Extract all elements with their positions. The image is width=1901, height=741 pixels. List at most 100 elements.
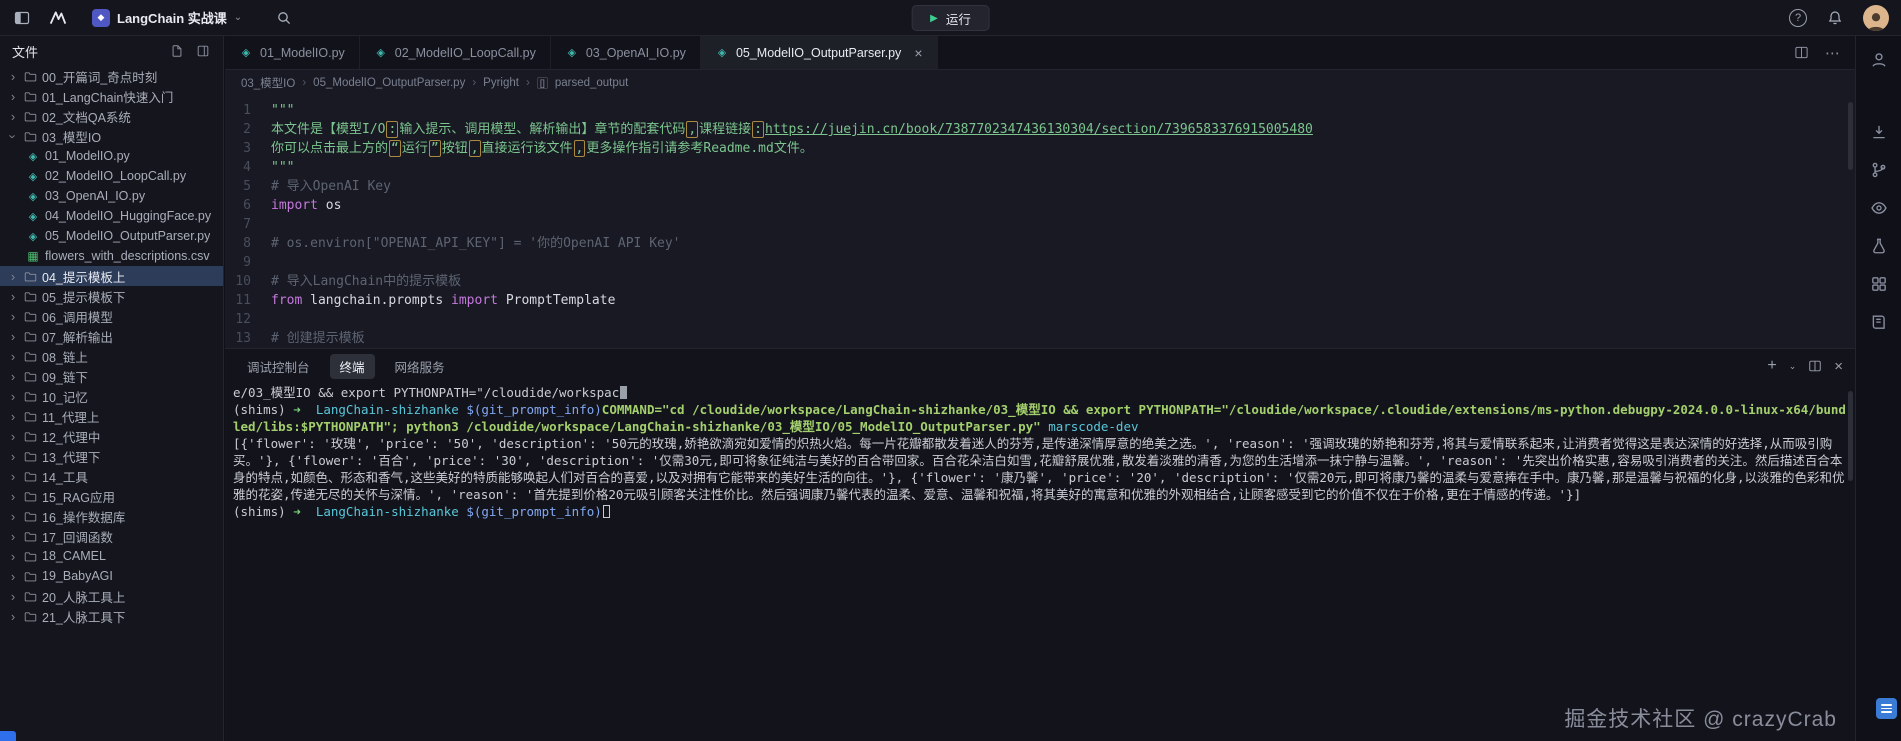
code-token: import — [451, 293, 498, 308]
tree-item[interactable]: › 03_模型IO — [0, 126, 223, 146]
tree-item[interactable]: › 01_LangChain快速入门 — [0, 86, 223, 106]
tree-item[interactable]: › 19_BabyAGI — [0, 566, 223, 586]
code-editor[interactable]: 1 """ 2 本文件是【模型I/O: 输入提示、调用模型、解析输出】章节的配套代码, 课… — [225, 96, 1855, 348]
editor-tab[interactable]: ◈ 01_ModelIO.py — [225, 36, 360, 69]
terminal-dropdown-icon[interactable]: ⌄ — [1789, 361, 1797, 372]
tree-item[interactable]: ◈ 05_ModelIO_OutputParser.py — [0, 226, 223, 246]
chevron-icon: › — [10, 108, 16, 124]
tree-item[interactable]: ▦ flowers_with_descriptions.csv — [0, 246, 223, 266]
terminal-text: ➜ — [293, 504, 301, 519]
tree-item[interactable]: › 02_文档QA系统 — [0, 106, 223, 126]
tree-item[interactable]: › 07_解析输出 — [0, 326, 223, 346]
grid-icon[interactable] — [1869, 274, 1889, 294]
breadcrumb-separator-icon: › — [525, 77, 530, 89]
tree-item[interactable]: › 06_调用模型 — [0, 306, 223, 326]
eye-icon[interactable] — [1869, 198, 1889, 218]
editor-tab[interactable]: ◈ 03_OpenAI_IO.py — [551, 36, 701, 69]
tree-item[interactable]: › 20_人脉工具上 — [0, 586, 223, 606]
chevron-icon: › — [10, 448, 16, 464]
feedback-icon[interactable] — [1876, 698, 1897, 719]
tree-item[interactable]: › 13_代理下 — [0, 446, 223, 466]
terminal-text: (shims) — [233, 504, 294, 519]
editor-tab[interactable]: ◈ 05_ModelIO_OutputParser.py × — [700, 36, 938, 69]
chevron-icon: › — [10, 528, 16, 544]
tree-item[interactable]: ◈ 02_ModelIO_LoopCall.py — [0, 166, 223, 186]
file-tree: › 00_开篇词_奇点时刻 › 01_LangChain快速入门 › 02_文档QA系统 ›… — [0, 66, 223, 626]
line-number: 12 — [235, 312, 251, 327]
chevron-icon: › — [10, 388, 16, 404]
help-icon[interactable]: ? — [1789, 8, 1807, 27]
notifications-bell-icon[interactable] — [1823, 6, 1847, 30]
app-logo-icon[interactable] — [46, 6, 70, 30]
tree-item[interactable]: › 18_CAMEL — [0, 546, 223, 566]
tree-item[interactable]: › 08_链上 — [0, 346, 223, 366]
git-branch-icon[interactable] — [1869, 160, 1889, 180]
terminal-cursor — [620, 386, 628, 399]
code-token: 课程链接 — [699, 122, 752, 137]
topbar-left-group: ◆ LangChain 实战课 ⌄ — [0, 6, 296, 30]
reveal-file-icon[interactable] — [169, 43, 185, 59]
code-token: # 创建提示模板 — [271, 331, 365, 346]
breadcrumb-item[interactable]: 05_ModelIO_OutputParser.py — [313, 77, 465, 89]
split-editor-icon[interactable] — [1794, 45, 1809, 60]
tree-item-label: 21_人脉工具下 — [42, 610, 126, 625]
user-icon[interactable] — [1869, 50, 1889, 70]
tree-item[interactable]: › 00_开篇词_奇点时刻 — [0, 66, 223, 86]
code-text: """ — [271, 101, 294, 120]
folder-icon — [23, 350, 37, 363]
sidebar-toggle-icon[interactable] — [10, 6, 34, 30]
code-token: # 导入LangChain中的提示模板 — [271, 274, 462, 289]
breadcrumb-item[interactable]: parsed_output — [555, 77, 629, 89]
python-file-icon: ◈ — [28, 190, 38, 203]
tree-item[interactable]: › 21_人脉工具下 — [0, 606, 223, 626]
tree-item[interactable]: ◈ 01_ModelIO.py — [0, 146, 223, 166]
panel-layout-icon[interactable] — [195, 43, 211, 59]
tree-item[interactable]: › 16_操作数据库 — [0, 506, 223, 526]
folder-icon — [23, 310, 37, 323]
tree-item[interactable]: › 17_回调函数 — [0, 526, 223, 546]
code-line: 2 本文件是【模型I/O: 输入提示、调用模型、解析输出】章节的配套代码, 课程链接:… — [225, 120, 1855, 139]
folder-icon — [23, 610, 37, 623]
close-tab-icon[interactable]: × — [914, 45, 922, 61]
remote-indicator-badge[interactable] — [0, 731, 16, 741]
tree-item-label: 12_代理中 — [42, 430, 101, 445]
tree-item[interactable]: › 12_代理中 — [0, 426, 223, 446]
tree-item[interactable]: › 05_提示模板下 — [0, 286, 223, 306]
code-line: 8 # os.environ["OPENAI_API_KEY"] = '你的Ope… — [225, 234, 1855, 253]
breadcrumb-item[interactable]: 03_模型IO — [241, 75, 295, 91]
run-button[interactable]: ▶ 运行 — [911, 5, 990, 31]
more-actions-icon[interactable]: ⋯ — [1825, 44, 1841, 62]
terminal-scrollbar[interactable] — [1848, 391, 1853, 481]
tree-item[interactable]: › 10_记忆 — [0, 386, 223, 406]
split-terminal-icon[interactable] — [1808, 359, 1822, 373]
panel-tab[interactable]: 终端 — [329, 353, 375, 379]
search-icon[interactable] — [272, 6, 296, 30]
tree-item[interactable]: › 04_提示模板上 — [0, 266, 223, 286]
tree-item[interactable]: ◈ 04_ModelIO_HuggingFace.py — [0, 206, 223, 226]
tree-item[interactable]: › 11_代理上 — [0, 406, 223, 426]
tree-item-label: 17_回调函数 — [42, 530, 113, 545]
flask-icon[interactable] — [1869, 236, 1889, 256]
tree-item[interactable]: › 15_RAG应用 — [0, 486, 223, 506]
line-number: 1 — [243, 103, 251, 118]
code-token: ” — [428, 140, 441, 157]
terminal-output[interactable]: e/03_模型IO && export PYTHONPATH="/cloudid… — [225, 383, 1855, 741]
breadcrumb-item[interactable]: Pyright — [483, 77, 519, 89]
tree-item[interactable]: › 14_工具 — [0, 466, 223, 486]
docs-book-icon[interactable] — [1869, 312, 1889, 332]
download-icon[interactable] — [1869, 122, 1889, 142]
line-number: 7 — [243, 217, 251, 232]
tree-item[interactable]: › 09_链下 — [0, 366, 223, 386]
panel-tab[interactable]: 调试控制台 — [237, 354, 320, 379]
tree-item[interactable]: ◈ 03_OpenAI_IO.py — [0, 186, 223, 206]
chevron-icon: › — [10, 348, 16, 364]
editor-scrollbar[interactable] — [1848, 102, 1853, 170]
new-terminal-icon[interactable]: + — [1767, 357, 1776, 375]
avatar[interactable] — [1863, 4, 1889, 31]
folder-icon — [23, 370, 37, 383]
editor-tab[interactable]: ◈ 02_ModelIO_LoopCall.py — [360, 36, 551, 69]
close-panel-icon[interactable]: × — [1834, 358, 1843, 375]
panel-tab[interactable]: 网络服务 — [385, 354, 455, 379]
workspace-switcher[interactable]: ◆ LangChain 实战课 ⌄ — [92, 8, 242, 27]
